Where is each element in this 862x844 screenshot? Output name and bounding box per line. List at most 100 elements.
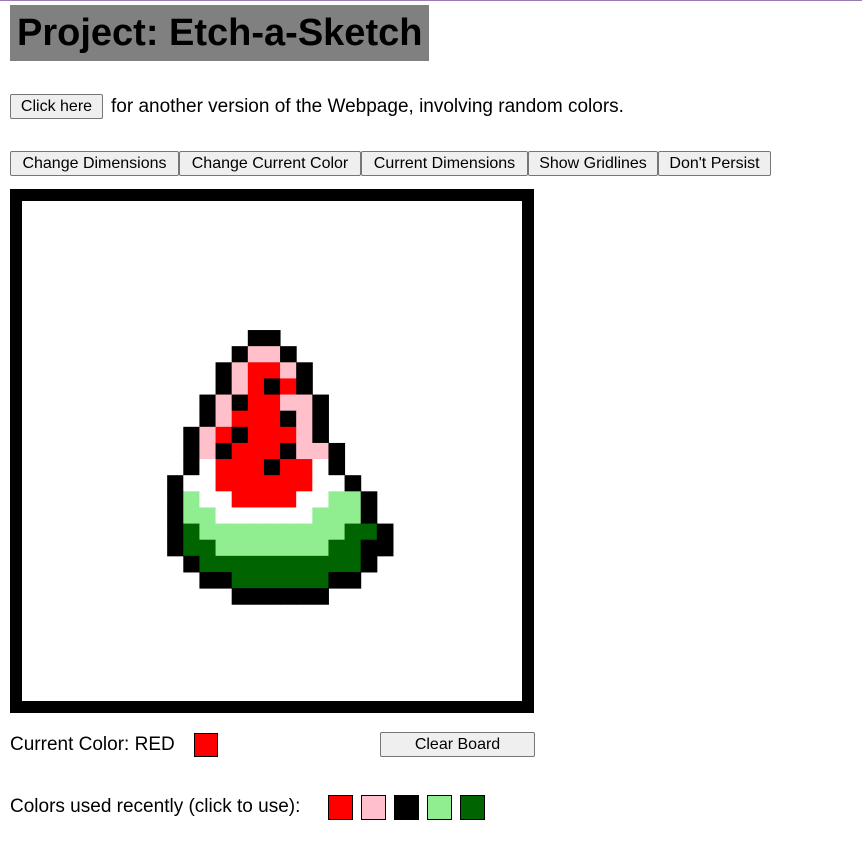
board-cell[interactable] xyxy=(167,507,184,525)
recent-color-swatch[interactable] xyxy=(394,795,419,820)
board-cell[interactable] xyxy=(215,555,233,573)
board-cell[interactable] xyxy=(247,539,265,557)
board-cell[interactable] xyxy=(280,555,297,573)
board-cell[interactable] xyxy=(296,571,313,589)
dont-persist-button[interactable]: Don't Persist xyxy=(658,151,771,176)
board-cell[interactable] xyxy=(296,588,313,605)
board-cell[interactable] xyxy=(312,507,329,525)
board-cell[interactable] xyxy=(296,523,313,541)
board-cell[interactable] xyxy=(215,394,233,412)
board-cell[interactable] xyxy=(280,491,297,508)
board-cell[interactable] xyxy=(215,571,233,589)
current-dimensions-button[interactable]: Current Dimensions xyxy=(361,151,528,176)
board-cell[interactable] xyxy=(231,555,249,573)
board-cell[interactable] xyxy=(167,523,184,541)
board-cell[interactable] xyxy=(296,475,313,492)
board-cell[interactable] xyxy=(215,459,233,476)
board-cell[interactable] xyxy=(231,378,249,396)
board-cell[interactable] xyxy=(263,346,281,363)
board-cell[interactable] xyxy=(215,523,233,541)
board-cell[interactable] xyxy=(296,410,313,428)
board-cell[interactable] xyxy=(263,571,281,589)
board-cell[interactable] xyxy=(263,588,281,605)
board-cell[interactable] xyxy=(183,426,200,444)
board-cell[interactable] xyxy=(280,394,297,412)
board-cell[interactable] xyxy=(247,523,265,541)
board-cell[interactable] xyxy=(247,330,265,347)
board-cell[interactable] xyxy=(215,426,233,444)
board-cell[interactable] xyxy=(183,539,200,557)
board-cell[interactable] xyxy=(280,571,297,589)
board-cell[interactable] xyxy=(263,410,281,428)
board-cell[interactable] xyxy=(344,507,362,525)
board-cell[interactable] xyxy=(360,523,378,541)
board-cell[interactable] xyxy=(231,588,249,605)
board-cell[interactable] xyxy=(296,426,313,444)
board-cell[interactable] xyxy=(328,475,346,492)
board-cell[interactable] xyxy=(312,491,329,508)
board-cell[interactable] xyxy=(312,475,329,492)
board-cell[interactable] xyxy=(296,459,313,476)
board-cell[interactable] xyxy=(247,571,265,589)
board-cell[interactable] xyxy=(215,410,233,428)
board-cell[interactable] xyxy=(199,459,217,476)
board-cell[interactable] xyxy=(360,491,378,508)
board-cell[interactable] xyxy=(280,442,297,460)
board-cell[interactable] xyxy=(199,394,217,412)
board-cell[interactable] xyxy=(328,523,346,541)
board-cell[interactable] xyxy=(167,539,184,557)
board-cell[interactable] xyxy=(247,362,265,379)
board-cell[interactable] xyxy=(312,426,329,444)
board-cell[interactable] xyxy=(199,410,217,428)
board-cell[interactable] xyxy=(247,491,265,508)
board-cell[interactable] xyxy=(376,539,394,557)
recent-color-swatch[interactable] xyxy=(460,795,485,820)
board-cell[interactable] xyxy=(247,442,265,460)
board-cell[interactable] xyxy=(247,475,265,492)
board-cell[interactable] xyxy=(231,426,249,444)
board-cell[interactable] xyxy=(263,362,281,379)
board-cell[interactable] xyxy=(263,555,281,573)
board-cell[interactable] xyxy=(360,555,378,573)
board-cell[interactable] xyxy=(328,459,346,476)
board-cell[interactable] xyxy=(296,394,313,412)
board-cell[interactable] xyxy=(215,507,233,525)
board-cell[interactable] xyxy=(199,442,217,460)
board-cell[interactable] xyxy=(231,539,249,557)
board-cell[interactable] xyxy=(296,507,313,525)
board-cell[interactable] xyxy=(263,330,281,347)
board-cell[interactable] xyxy=(296,442,313,460)
board-cell[interactable] xyxy=(215,362,233,379)
sketch-grid[interactable] xyxy=(22,201,522,701)
board-cell[interactable] xyxy=(263,459,281,476)
board-cell[interactable] xyxy=(247,459,265,476)
board-cell[interactable] xyxy=(296,362,313,379)
board-cell[interactable] xyxy=(199,491,217,508)
board-cell[interactable] xyxy=(280,523,297,541)
board-cell[interactable] xyxy=(312,459,329,476)
board-cell[interactable] xyxy=(344,523,362,541)
board-cell[interactable] xyxy=(263,539,281,557)
board-cell[interactable] xyxy=(280,475,297,492)
board-cell[interactable] xyxy=(280,346,297,363)
board-cell[interactable] xyxy=(312,523,329,541)
board-cell[interactable] xyxy=(263,442,281,460)
board-cell[interactable] xyxy=(312,442,329,460)
board-cell[interactable] xyxy=(231,362,249,379)
board-cell[interactable] xyxy=(296,491,313,508)
change-current-color-button[interactable]: Change Current Color xyxy=(179,151,361,176)
board-cell[interactable] xyxy=(183,491,200,508)
board-cell[interactable] xyxy=(376,523,394,541)
board-cell[interactable] xyxy=(199,426,217,444)
board-cell[interactable] xyxy=(263,491,281,508)
board-cell[interactable] xyxy=(328,442,346,460)
board-cell[interactable] xyxy=(215,378,233,396)
board-cell[interactable] xyxy=(280,539,297,557)
recent-color-swatch[interactable] xyxy=(427,795,452,820)
board-cell[interactable] xyxy=(263,523,281,541)
board-cell[interactable] xyxy=(167,491,184,508)
board-cell[interactable] xyxy=(344,555,362,573)
board-cell[interactable] xyxy=(199,539,217,557)
board-cell[interactable] xyxy=(312,555,329,573)
board-cell[interactable] xyxy=(247,588,265,605)
